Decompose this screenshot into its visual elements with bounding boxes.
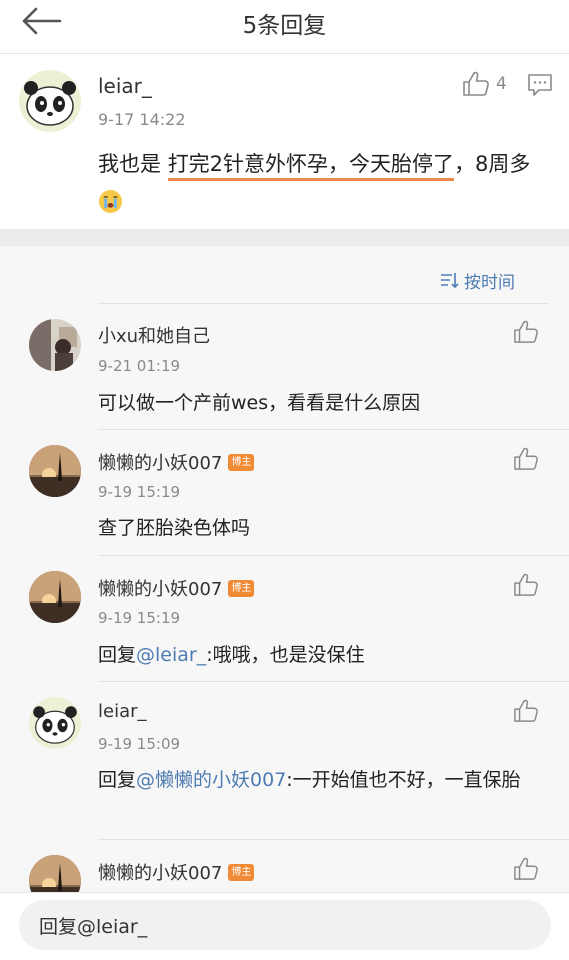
reply-input[interactable]: 回复@leiar_: [19, 900, 551, 950]
root-comment-text: 我也是 打完2针意外怀孕，今天胎停了，8周多: [98, 145, 553, 221]
reply-text-body: 查了胚胎染色体吗: [98, 517, 251, 539]
reply-text: 回复@leiar_:哦哦，也是没保住: [98, 638, 550, 672]
reply-username[interactable]: 懒懒的小妖007 博主: [98, 575, 255, 601]
sort-button[interactable]: 按时间: [440, 266, 515, 294]
reply-text-body: :哦哦，也是没保住: [206, 644, 365, 666]
reply-timestamp: 9-19 15:09: [98, 735, 181, 753]
divider: [98, 303, 549, 304]
reply-username[interactable]: leiar_: [98, 701, 147, 722]
reply-timestamp: 9-21 01:19: [98, 357, 181, 375]
root-like-button[interactable]: [462, 71, 490, 97]
reply-text: 可以做一个产前wes，看看是什么原因: [98, 386, 550, 420]
root-reply-button[interactable]: [527, 73, 553, 97]
thumbs-up-icon: [514, 447, 538, 470]
blogger-badge: 博主: [228, 453, 255, 471]
avatar[interactable]: [29, 445, 81, 497]
mention-link[interactable]: @leiar_: [136, 644, 206, 666]
reply-like-button[interactable]: [513, 699, 539, 723]
reply-text-body: :一开始值也不好，一直保胎: [286, 769, 521, 791]
thumbs-up-icon: [463, 71, 489, 96]
root-text-after: ，8周多: [454, 152, 531, 176]
top-bar: 5条回复: [0, 0, 569, 54]
divider: [98, 429, 569, 430]
reply-like-button[interactable]: [513, 573, 539, 597]
reply-timestamp: 9-19 15:19: [98, 483, 181, 501]
root-username[interactable]: leiar_: [98, 74, 152, 98]
panda-avatar-icon: [29, 697, 81, 749]
reply-prefix: 回复: [98, 644, 137, 666]
reply-text-body: 可以做一个产前wes，看看是什么原因: [98, 392, 421, 414]
thumbs-up-icon: [514, 699, 538, 722]
photo-avatar-icon: [29, 319, 81, 371]
root-like-count: 4: [496, 74, 507, 94]
panda-avatar-icon: [19, 70, 81, 132]
reply-username-text[interactable]: 懒懒的小妖007: [98, 859, 222, 885]
comment-icon: [528, 74, 552, 96]
blogger-badge: 博主: [228, 579, 255, 597]
reply-timestamp: 9-19 15:19: [98, 609, 181, 627]
avatar[interactable]: [29, 697, 81, 749]
reply-username-text[interactable]: 懒懒的小妖007: [98, 575, 222, 601]
thumbs-up-icon: [514, 573, 538, 596]
reply-like-button[interactable]: [513, 857, 539, 881]
sort-label: 按时间: [464, 272, 515, 293]
crying-face-emoji: [98, 189, 123, 214]
thumbs-up-icon: [514, 857, 538, 880]
sunset-avatar-icon: [29, 445, 81, 497]
mention-link[interactable]: @懒懒的小妖007: [136, 769, 286, 791]
highlighted-text: 打完2针意外怀孕，今天胎停了: [167, 152, 455, 181]
blogger-badge: 博主: [228, 863, 255, 881]
avatar[interactable]: [19, 70, 81, 132]
reply-username-text[interactable]: leiar_: [98, 701, 147, 722]
divider: [98, 555, 569, 556]
sunset-avatar-icon: [29, 571, 81, 623]
reply-prefix: 回复: [98, 769, 137, 791]
reply-like-button[interactable]: [513, 447, 539, 471]
reply-text: 回复@懒懒的小妖007:一开始值也不好，一直保胎: [98, 763, 550, 797]
reply-username[interactable]: 懒懒的小妖007 博主: [98, 859, 255, 885]
page-title: 5条回复: [242, 13, 327, 39]
reply-input-placeholder: 回复@leiar_: [39, 915, 148, 938]
reply-text: 查了胚胎染色体吗: [98, 511, 550, 545]
root-timestamp: 9-17 14:22: [98, 110, 186, 129]
thumbs-up-icon: [514, 320, 538, 343]
divider: [98, 681, 569, 682]
reply-username[interactable]: 懒懒的小妖007 博主: [98, 449, 255, 475]
divider: [98, 839, 569, 840]
avatar[interactable]: [29, 571, 81, 623]
reply-username-text[interactable]: 懒懒的小妖007: [98, 449, 222, 475]
section-divider: [0, 229, 569, 246]
reply-username-text[interactable]: 小xu和她自己: [98, 322, 210, 348]
reply-like-button[interactable]: [513, 320, 539, 344]
avatar[interactable]: [29, 319, 81, 371]
sort-icon: [441, 273, 459, 288]
reply-username[interactable]: 小xu和她自己: [98, 322, 210, 348]
root-text-before: 我也是: [98, 152, 168, 176]
